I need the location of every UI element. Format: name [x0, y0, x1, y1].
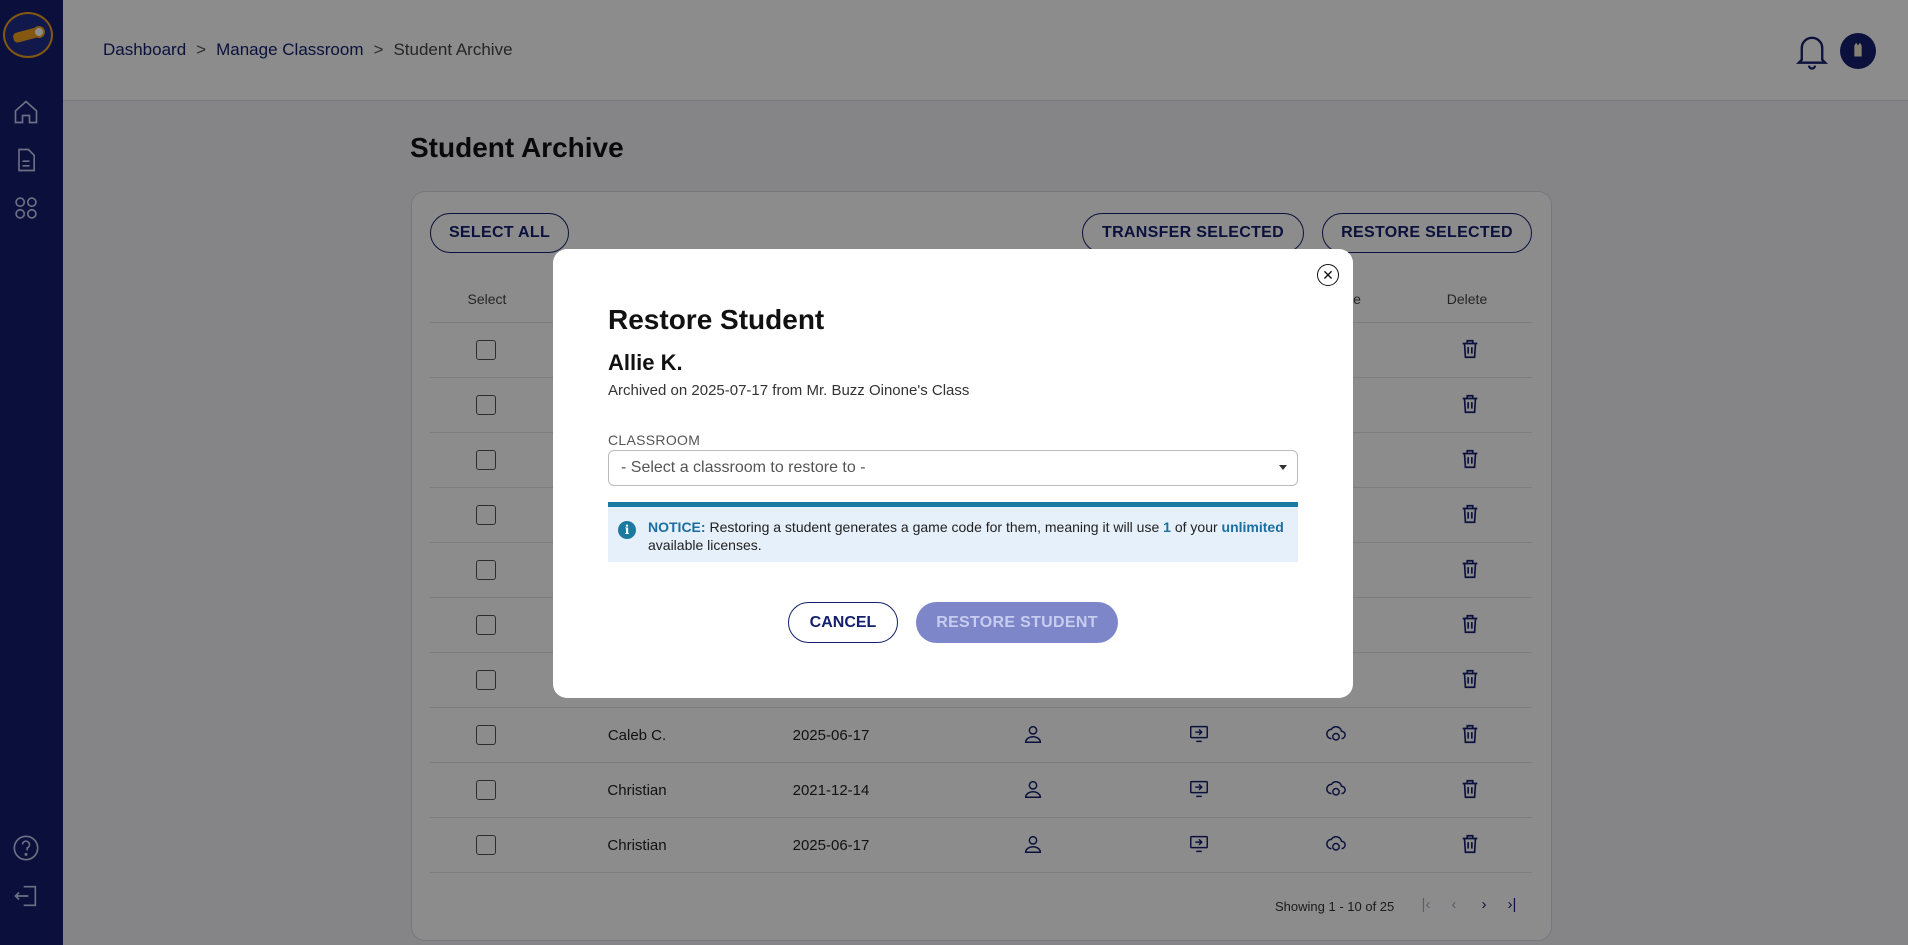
notice-text: Restoring a student generates a game cod… [705, 519, 1164, 535]
cancel-button[interactable]: CANCEL [788, 602, 898, 643]
classroom-label: CLASSROOM [608, 432, 701, 448]
close-icon[interactable]: ✕ [1317, 264, 1339, 286]
restore-student-modal: ✕ Restore Student Allie K. Archived on 2… [553, 249, 1353, 698]
student-name: Allie K. [608, 350, 683, 375]
notice-limit: unlimited [1221, 519, 1284, 535]
notice-text: available licenses. [648, 537, 762, 553]
chevron-down-icon [1279, 465, 1287, 470]
notice-banner: i NOTICE: Restoring a student generates … [608, 502, 1298, 562]
classroom-select[interactable]: - Select a classroom to restore to - [608, 450, 1298, 486]
notice-text: of your [1170, 519, 1222, 535]
info-icon: i [618, 521, 636, 539]
notice-label: NOTICE: [648, 519, 706, 535]
restore-student-button[interactable]: RESTORE STUDENT [916, 602, 1118, 643]
archived-info: Archived on 2025-07-17 from Mr. Buzz Oin… [608, 382, 970, 399]
modal-title: Restore Student [608, 304, 825, 335]
notice-count: 1 [1163, 519, 1171, 535]
classroom-select-placeholder: - Select a classroom to restore to - [621, 459, 866, 476]
